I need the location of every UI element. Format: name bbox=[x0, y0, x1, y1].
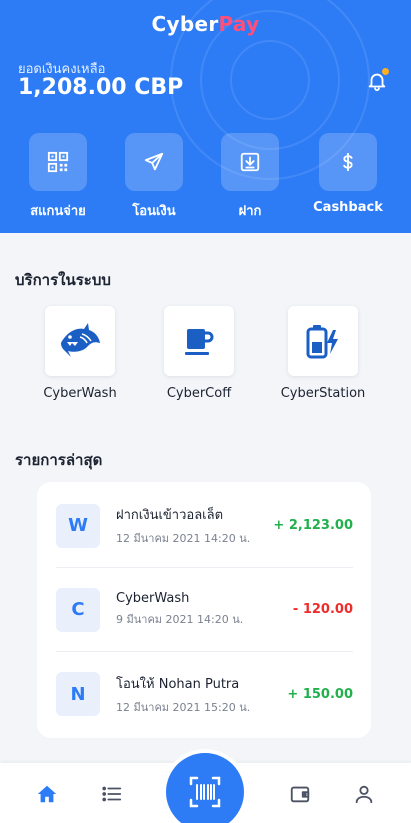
transaction-amount: - 120.00 bbox=[292, 602, 353, 617]
transaction-item[interactable]: N โอนให้ Nohan Putra 12 มีนาคม 2021 15:2… bbox=[56, 652, 353, 736]
action-label: Cashback bbox=[313, 200, 383, 215]
service-label: CyberCoff bbox=[166, 386, 232, 401]
shark-icon bbox=[61, 323, 100, 357]
background-decoration bbox=[230, 40, 310, 120]
transaction-avatar: C bbox=[56, 587, 100, 632]
transaction-item[interactable]: W ฝากเงินเข้าวอลเล็ต 12 มีนาคม 2021 14:2… bbox=[56, 484, 353, 568]
scan-button-inner bbox=[166, 753, 244, 823]
action-icon-box bbox=[125, 133, 183, 191]
deposit-icon bbox=[240, 152, 260, 172]
transaction-item[interactable]: C CyberWash 9 มีนาคม 2021 14:20 น. - 120… bbox=[56, 568, 353, 652]
transaction-info: โอนให้ Nohan Putra 12 มีนาคม 2021 15:20 … bbox=[116, 673, 287, 716]
qr-code-icon bbox=[47, 151, 69, 173]
nav-profile[interactable] bbox=[351, 781, 377, 807]
transaction-amount: + 2,123.00 bbox=[273, 518, 353, 533]
services-title: บริการในระบบ bbox=[15, 271, 111, 289]
action-label: ฝาก bbox=[238, 204, 262, 219]
service-label: CyberStation bbox=[280, 386, 366, 401]
transactions-card: W ฝากเงินเข้าวอลเล็ต 12 มีนาคม 2021 14:2… bbox=[37, 482, 371, 738]
transaction-date: 12 มีนาคม 2021 14:20 น. bbox=[116, 532, 251, 545]
transaction-date: 9 มีนาคม 2021 14:20 น. bbox=[116, 613, 244, 626]
header: CyberPay ยอดเงินคงเหลือ 1,208.00 CBP สแก… bbox=[0, 0, 411, 233]
transaction-avatar: W bbox=[56, 503, 100, 548]
nav-wallet[interactable] bbox=[287, 781, 313, 807]
nav-list[interactable] bbox=[99, 781, 125, 807]
service-cybercoff[interactable]: CyberCoff bbox=[134, 306, 264, 401]
nav-home[interactable] bbox=[34, 781, 60, 807]
recent-transactions-title: รายการล่าสุด bbox=[15, 451, 103, 469]
action-cashback[interactable]: Cashback bbox=[303, 133, 393, 215]
action-deposit[interactable]: ฝาก bbox=[205, 133, 295, 221]
scan-button[interactable] bbox=[162, 749, 248, 823]
transaction-info: CyberWash 9 มีนาคม 2021 14:20 น. bbox=[116, 591, 293, 628]
transaction-amount: + 150.00 bbox=[287, 686, 353, 702]
balance-value: 1,208.00 CBP bbox=[18, 75, 184, 100]
transaction-avatar: N bbox=[56, 672, 100, 716]
transaction-name: ฝากเงินเข้าวอลเล็ต bbox=[116, 508, 224, 523]
service-cyberstation[interactable]: CyberStation bbox=[258, 306, 388, 401]
dollar-icon bbox=[343, 152, 353, 172]
service-icon-box bbox=[164, 306, 234, 376]
user-icon bbox=[355, 785, 373, 804]
barcode-scan-icon bbox=[189, 776, 221, 808]
action-label: โอนเงิน bbox=[132, 204, 176, 219]
battery-charging-icon bbox=[306, 325, 338, 359]
list-icon bbox=[102, 786, 122, 802]
action-label: สแกนจ่าย bbox=[30, 204, 86, 219]
service-icon-box bbox=[45, 306, 115, 376]
service-icon-box bbox=[288, 306, 358, 376]
action-icon-box bbox=[319, 133, 377, 191]
transaction-info: ฝากเงินเข้าวอลเล็ต 12 มีนาคม 2021 14:20 … bbox=[116, 504, 273, 547]
service-cyberwash[interactable]: CyberWash bbox=[15, 306, 145, 401]
notification-button[interactable] bbox=[362, 66, 392, 96]
action-scan-pay[interactable]: สแกนจ่าย bbox=[13, 133, 103, 221]
action-icon-box bbox=[29, 133, 87, 191]
transaction-name: CyberWash bbox=[116, 591, 190, 606]
home-icon bbox=[37, 785, 57, 803]
wallet-icon bbox=[290, 786, 310, 803]
service-label: CyberWash bbox=[43, 386, 117, 401]
transaction-name: โอนให้ Nohan Putra bbox=[116, 676, 240, 692]
transaction-date: 12 มีนาคม 2021 15:20 น. bbox=[116, 700, 251, 714]
action-transfer[interactable]: โอนเงิน bbox=[109, 133, 199, 221]
notification-dot bbox=[382, 68, 389, 75]
app-logo: CyberPay bbox=[151, 12, 260, 36]
send-icon bbox=[144, 152, 164, 171]
coffee-cup-icon bbox=[185, 329, 214, 355]
action-icon-box bbox=[221, 133, 279, 191]
